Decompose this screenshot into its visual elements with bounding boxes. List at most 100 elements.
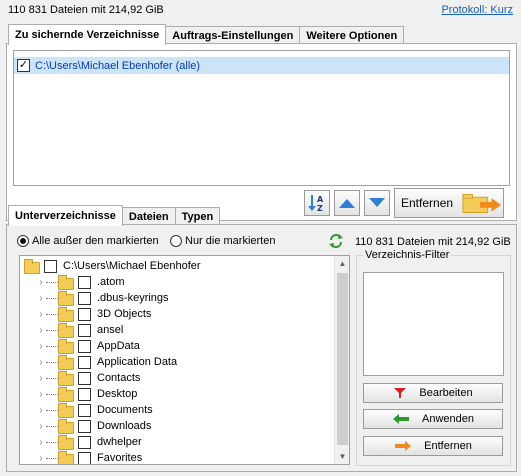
tree-connector bbox=[46, 425, 58, 427]
filter-edit-label: Bearbeiten bbox=[419, 387, 473, 399]
tree-item[interactable]: › dwhelper bbox=[36, 434, 142, 450]
tree-item-label: .dbus-keyrings bbox=[97, 292, 169, 304]
tree-checkbox[interactable] bbox=[78, 371, 91, 385]
radio-only-marked-label: Nur die markierten bbox=[185, 235, 276, 247]
refresh-icon[interactable] bbox=[328, 233, 344, 249]
directory-filter-list[interactable] bbox=[363, 272, 504, 376]
tree-checkbox[interactable] bbox=[78, 307, 91, 321]
move-up-button[interactable] bbox=[334, 190, 360, 216]
directory-checkbox[interactable]: ✓ bbox=[17, 59, 30, 72]
folder-remove-icon bbox=[462, 193, 502, 214]
folder-icon bbox=[58, 386, 74, 402]
arrow-up-icon bbox=[339, 199, 355, 208]
tree-item-label: Application Data bbox=[97, 356, 178, 368]
filter-edit-button[interactable]: Bearbeiten bbox=[363, 383, 503, 403]
chevron-right-icon[interactable]: › bbox=[36, 341, 46, 352]
tree-item-label: AppData bbox=[97, 340, 140, 352]
chevron-right-icon[interactable]: › bbox=[36, 453, 46, 464]
radio-only-marked[interactable]: Nur die markierten bbox=[170, 235, 275, 247]
chevron-right-icon[interactable]: › bbox=[36, 389, 46, 400]
arrow-down-icon bbox=[369, 198, 385, 207]
tree-item[interactable]: › Favorites bbox=[36, 450, 142, 464]
svg-text:A: A bbox=[317, 195, 324, 204]
tree-checkbox[interactable] bbox=[78, 435, 91, 449]
folder-icon bbox=[58, 370, 74, 386]
tree-checkbox[interactable] bbox=[78, 451, 91, 464]
tree-item[interactable]: › Application Data bbox=[36, 354, 177, 370]
radio-only-marked-dot[interactable] bbox=[170, 235, 182, 247]
tree-item[interactable]: › ansel bbox=[36, 322, 123, 338]
chevron-right-icon[interactable]: › bbox=[36, 357, 46, 368]
tab-zu-sichernde-verzeichnisse[interactable]: Zu sichernde Verzeichnisse bbox=[8, 24, 167, 45]
tree-item[interactable]: › AppData bbox=[36, 338, 140, 354]
chevron-right-icon[interactable]: › bbox=[36, 421, 46, 432]
folder-icon bbox=[58, 434, 74, 450]
tree-item[interactable]: › Documents bbox=[36, 402, 153, 418]
scroll-thumb[interactable] bbox=[337, 273, 348, 445]
funnel-icon bbox=[394, 388, 407, 398]
chevron-right-icon[interactable]: › bbox=[36, 309, 46, 320]
directory-filter-group: Verzeichnis-Filter Bearbeiten Anwenden E… bbox=[356, 249, 511, 466]
tree-scrollbar[interactable]: ▲ ▼ bbox=[334, 256, 349, 464]
tab-unterverzeichnisse[interactable]: Unterverzeichnisse bbox=[8, 205, 123, 226]
tree-item[interactable]: › Downloads bbox=[36, 418, 151, 434]
tree-checkbox[interactable] bbox=[78, 403, 91, 417]
radio-all-except-label: Alle außer den markierten bbox=[32, 235, 159, 247]
directory-tree[interactable]: C:\Users\Michael Ebenhofer › .atom › .dbus-… bbox=[19, 255, 350, 465]
directory-list-item[interactable]: ✓ C:\Users\Michael Ebenhofer (alle) bbox=[14, 57, 509, 74]
tree-checkbox[interactable] bbox=[78, 323, 91, 337]
chevron-right-icon[interactable]: › bbox=[36, 437, 46, 448]
scroll-up-icon[interactable]: ▲ bbox=[335, 256, 349, 271]
directory-list[interactable]: ✓ C:\Users\Michael Ebenhofer (alle) bbox=[13, 50, 510, 186]
sort-az-icon: A Z bbox=[308, 195, 324, 213]
tree-checkbox[interactable] bbox=[78, 275, 91, 289]
filter-apply-button[interactable]: Anwenden bbox=[363, 409, 503, 429]
tree-connector bbox=[46, 441, 58, 443]
tree-item-label: Contacts bbox=[97, 372, 141, 384]
radio-all-except[interactable]: Alle außer den markierten bbox=[17, 235, 159, 247]
tree-item[interactable]: › .atom bbox=[36, 274, 125, 290]
chevron-right-icon[interactable]: › bbox=[36, 277, 46, 288]
radio-all-except-dot[interactable] bbox=[17, 235, 29, 247]
tree-item[interactable]: › Contacts bbox=[36, 370, 140, 386]
tree-item[interactable]: › .dbus-keyrings bbox=[36, 290, 169, 306]
tree-item-label: dwhelper bbox=[97, 436, 142, 448]
subdirectories-panel: Alle außer den markierten Nur die markie… bbox=[6, 224, 517, 472]
chevron-right-icon[interactable]: › bbox=[36, 373, 46, 384]
tree-checkbox[interactable] bbox=[78, 339, 91, 353]
folder-icon bbox=[58, 354, 74, 370]
directories-panel: ✓ C:\Users\Michael Ebenhofer (alle) A Z … bbox=[6, 43, 517, 221]
tree-checkbox[interactable] bbox=[78, 291, 91, 305]
folder-icon bbox=[58, 306, 74, 322]
tree-item[interactable]: › Desktop bbox=[36, 386, 137, 402]
tree-connector bbox=[46, 361, 58, 363]
tree-connector bbox=[46, 457, 58, 459]
tree-checkbox[interactable] bbox=[78, 419, 91, 433]
svg-text:Z: Z bbox=[317, 204, 323, 213]
folder-icon bbox=[58, 322, 74, 338]
tree-checkbox[interactable] bbox=[44, 259, 57, 273]
folder-icon bbox=[58, 274, 74, 290]
tree-connector bbox=[46, 377, 58, 379]
tree-root[interactable]: C:\Users\Michael Ebenhofer bbox=[24, 258, 201, 274]
tree-item-label: ansel bbox=[97, 324, 124, 336]
tree-item[interactable]: › 3D Objects bbox=[36, 306, 151, 322]
chevron-right-icon[interactable]: › bbox=[36, 293, 46, 304]
bottom-file-count: 110 831 Dateien mit 214,92 GiB bbox=[355, 236, 511, 248]
move-down-button[interactable] bbox=[364, 190, 390, 216]
sort-az-button[interactable]: A Z bbox=[304, 190, 330, 216]
filter-remove-button[interactable]: Entfernen bbox=[363, 436, 503, 456]
tree-checkbox[interactable] bbox=[78, 387, 91, 401]
tree-connector bbox=[46, 345, 58, 347]
folder-icon bbox=[58, 418, 74, 434]
arrow-left-icon bbox=[393, 414, 409, 424]
tree-connector bbox=[46, 393, 58, 395]
chevron-right-icon[interactable]: › bbox=[36, 405, 46, 416]
chevron-right-icon[interactable]: › bbox=[36, 325, 46, 336]
top-tabbar: Zu sichernde Verzeichnisse Auftrags-Eins… bbox=[8, 24, 405, 45]
tree-checkbox[interactable] bbox=[78, 355, 91, 369]
remove-directory-button[interactable]: Entfernen bbox=[394, 188, 504, 218]
protokoll-link[interactable]: Protokoll: Kurz bbox=[441, 4, 513, 16]
scroll-down-icon[interactable]: ▼ bbox=[335, 449, 349, 464]
file-count-summary: 110 831 Dateien mit 214,92 GiB bbox=[8, 4, 164, 16]
